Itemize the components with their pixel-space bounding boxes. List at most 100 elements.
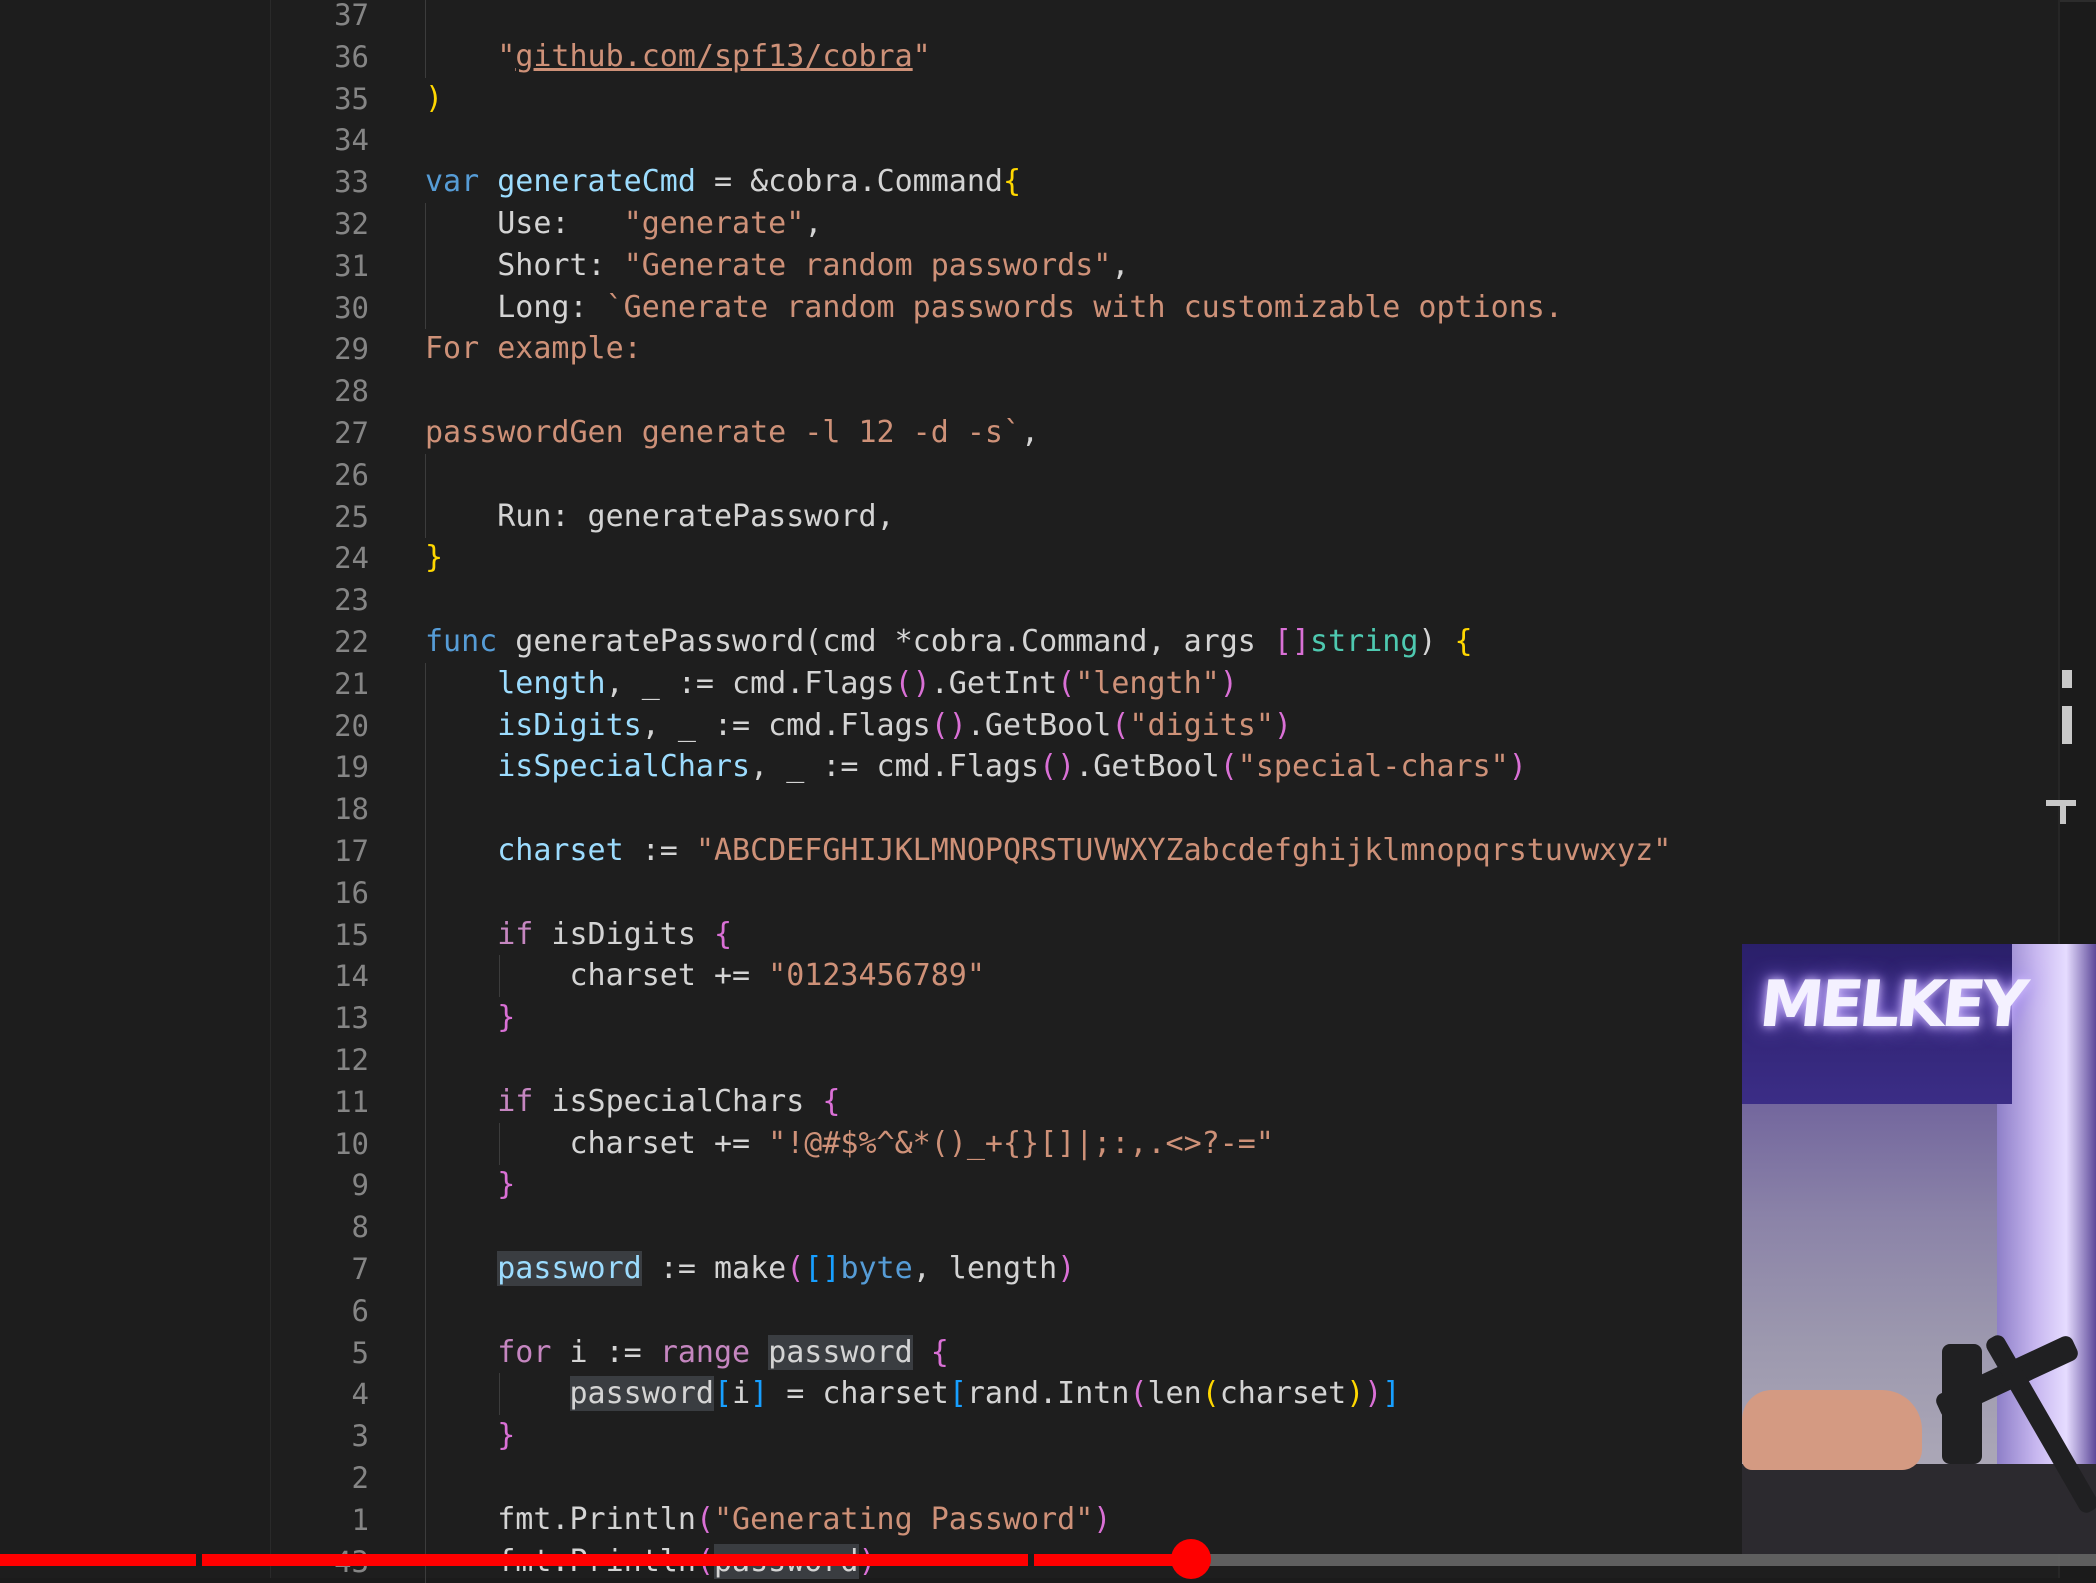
line-number: 9	[351, 1168, 369, 1203]
code-text: For example:	[425, 328, 642, 370]
code-line[interactable]: 31 Short: "Generate random passwords",	[271, 244, 2059, 287]
code-token: .GetInt	[930, 665, 1058, 701]
code-text: }	[425, 997, 515, 1039]
code-text: "github.com/spf13/cobra"	[425, 36, 930, 78]
code-text: isSpecialChars, _ := cmd.Flags().GetBool…	[425, 746, 1527, 788]
code-token: []	[1273, 624, 1311, 659]
code-token: "Generating Password"	[714, 1501, 1094, 1537]
code-token: )	[1364, 1376, 1383, 1412]
code-line[interactable]: 34	[271, 119, 2059, 161]
code-token: generatePassword	[497, 624, 805, 659]
code-token: range	[659, 1334, 751, 1370]
code-token: )	[1508, 749, 1527, 785]
code-token: charset	[1219, 1376, 1347, 1412]
code-token: isDigits	[533, 916, 714, 952]
line-number: 11	[334, 1084, 369, 1119]
code-text: charset += "0123456789"	[425, 955, 984, 997]
line-number: 17	[334, 834, 369, 868]
code-token: fmt.Println	[425, 1501, 696, 1537]
code-token: {	[930, 1334, 949, 1370]
line-number: 28	[334, 374, 369, 409]
code-line[interactable]: 35)	[271, 78, 2059, 120]
chapter-marker	[196, 1554, 202, 1566]
code-token: {	[714, 916, 733, 952]
code-token: (	[1057, 665, 1076, 701]
code-line[interactable]: 19 isSpecialChars, _ := cmd.Flags().GetB…	[271, 746, 2059, 789]
code-token: {	[1003, 164, 1022, 200]
code-line[interactable]: 17 charset := "ABCDEFGHIJKLMNOPQRSTUVWXY…	[271, 830, 2059, 872]
line-number: 25	[334, 499, 369, 534]
code-line[interactable]: 30 Long: `Generate random passwords with…	[271, 286, 2059, 329]
code-line[interactable]: 27 passwordGen generate -l 12 -d -s`,	[271, 412, 2059, 454]
code-token: [	[948, 1376, 967, 1412]
code-line[interactable]: 33 var generateCmd = &cobra.Command{	[271, 161, 2059, 203]
code-line[interactable]: 37	[271, 0, 2059, 36]
line-number: 21	[334, 666, 369, 701]
code-line[interactable]: 21 length, _ := cmd.Flags().GetInt("leng…	[271, 662, 2059, 705]
indent-guide	[425, 788, 426, 831]
chapter-marker	[1028, 1554, 1034, 1566]
code-text: charset += "!@#$%^&*()_+{}[]|;:,.<>?-="	[425, 1123, 1273, 1165]
code-line[interactable]: 22 func generatePassword(cmd *cobra.Comma…	[271, 621, 2059, 663]
code-token: , _ := cmd.Flags	[750, 749, 1040, 785]
code-line[interactable]: 36 "github.com/spf13/cobra"	[271, 35, 2059, 78]
code-token: (	[1129, 1376, 1148, 1412]
code-line[interactable]: 24}	[271, 537, 2059, 579]
code-token: ()	[894, 665, 931, 701]
line-number: 22	[334, 625, 369, 659]
code-line[interactable]: 20 isDigits, _ := cmd.Flags().GetBool("d…	[271, 704, 2059, 747]
code-token: "special-chars"	[1237, 749, 1509, 785]
code-text: length, _ := cmd.Flags().GetInt("length"…	[425, 663, 1238, 705]
code-line[interactable]: 32 Use: "generate",	[271, 203, 2059, 245]
line-number: 34	[334, 123, 369, 158]
code-token: "ABCDEFGHIJKLMNOPQRSTUVWXYZabcdefghijklm…	[695, 833, 1672, 868]
code-line[interactable]: 25 Run: generatePassword,	[271, 495, 2059, 538]
code-line[interactable]: 18	[271, 788, 2059, 831]
code-line[interactable]: 28	[271, 370, 2059, 412]
line-number: 37	[334, 0, 369, 32]
line-number: 32	[334, 207, 369, 241]
line-number: 19	[334, 750, 369, 785]
code-token: if	[497, 916, 534, 952]
line-number: 23	[334, 583, 369, 618]
line-number: 30	[334, 290, 369, 325]
code-token: password	[768, 1334, 913, 1370]
indent-guide	[425, 871, 426, 914]
line-number: 20	[334, 708, 369, 743]
code-token: {	[822, 1083, 841, 1119]
neon-sign-text: MELKEY	[1756, 968, 2028, 1042]
code-token: len	[1147, 1376, 1202, 1412]
code-line[interactable]: 29 For example:	[271, 328, 2059, 370]
line-number: 16	[334, 875, 369, 910]
code-token: rand.Intn	[966, 1376, 1130, 1412]
code-token: }	[497, 1000, 516, 1036]
line-number: 31	[334, 248, 369, 283]
code-line[interactable]: 16	[271, 871, 2059, 914]
code-token: (	[1111, 707, 1130, 743]
video-scrubber-handle[interactable]	[1170, 1539, 1211, 1579]
code-text: isDigits, _ := cmd.Flags().GetBool("digi…	[425, 705, 1292, 747]
indent-guide	[425, 1289, 426, 1332]
code-line[interactable]: 26	[271, 453, 2059, 496]
code-token: )	[1057, 1251, 1076, 1286]
code-token: .GetBool	[1075, 749, 1220, 785]
code-token: charset +=	[425, 958, 769, 994]
code-text: }	[425, 537, 443, 579]
code-token: , length	[912, 1251, 1058, 1286]
code-text: )	[425, 78, 443, 120]
code-line[interactable]: 23	[271, 579, 2059, 621]
code-token: passwordGen generate -l 12 -d -s`	[425, 415, 1022, 450]
line-number: 3	[351, 1419, 369, 1454]
code-token: generateCmd	[497, 164, 696, 200]
code-token: length	[497, 665, 606, 701]
code-token: var	[425, 164, 480, 200]
code-token: , _ := cmd.Flags	[641, 707, 931, 743]
code-token: charset +=	[425, 1125, 769, 1161]
line-number: 1	[351, 1502, 369, 1537]
